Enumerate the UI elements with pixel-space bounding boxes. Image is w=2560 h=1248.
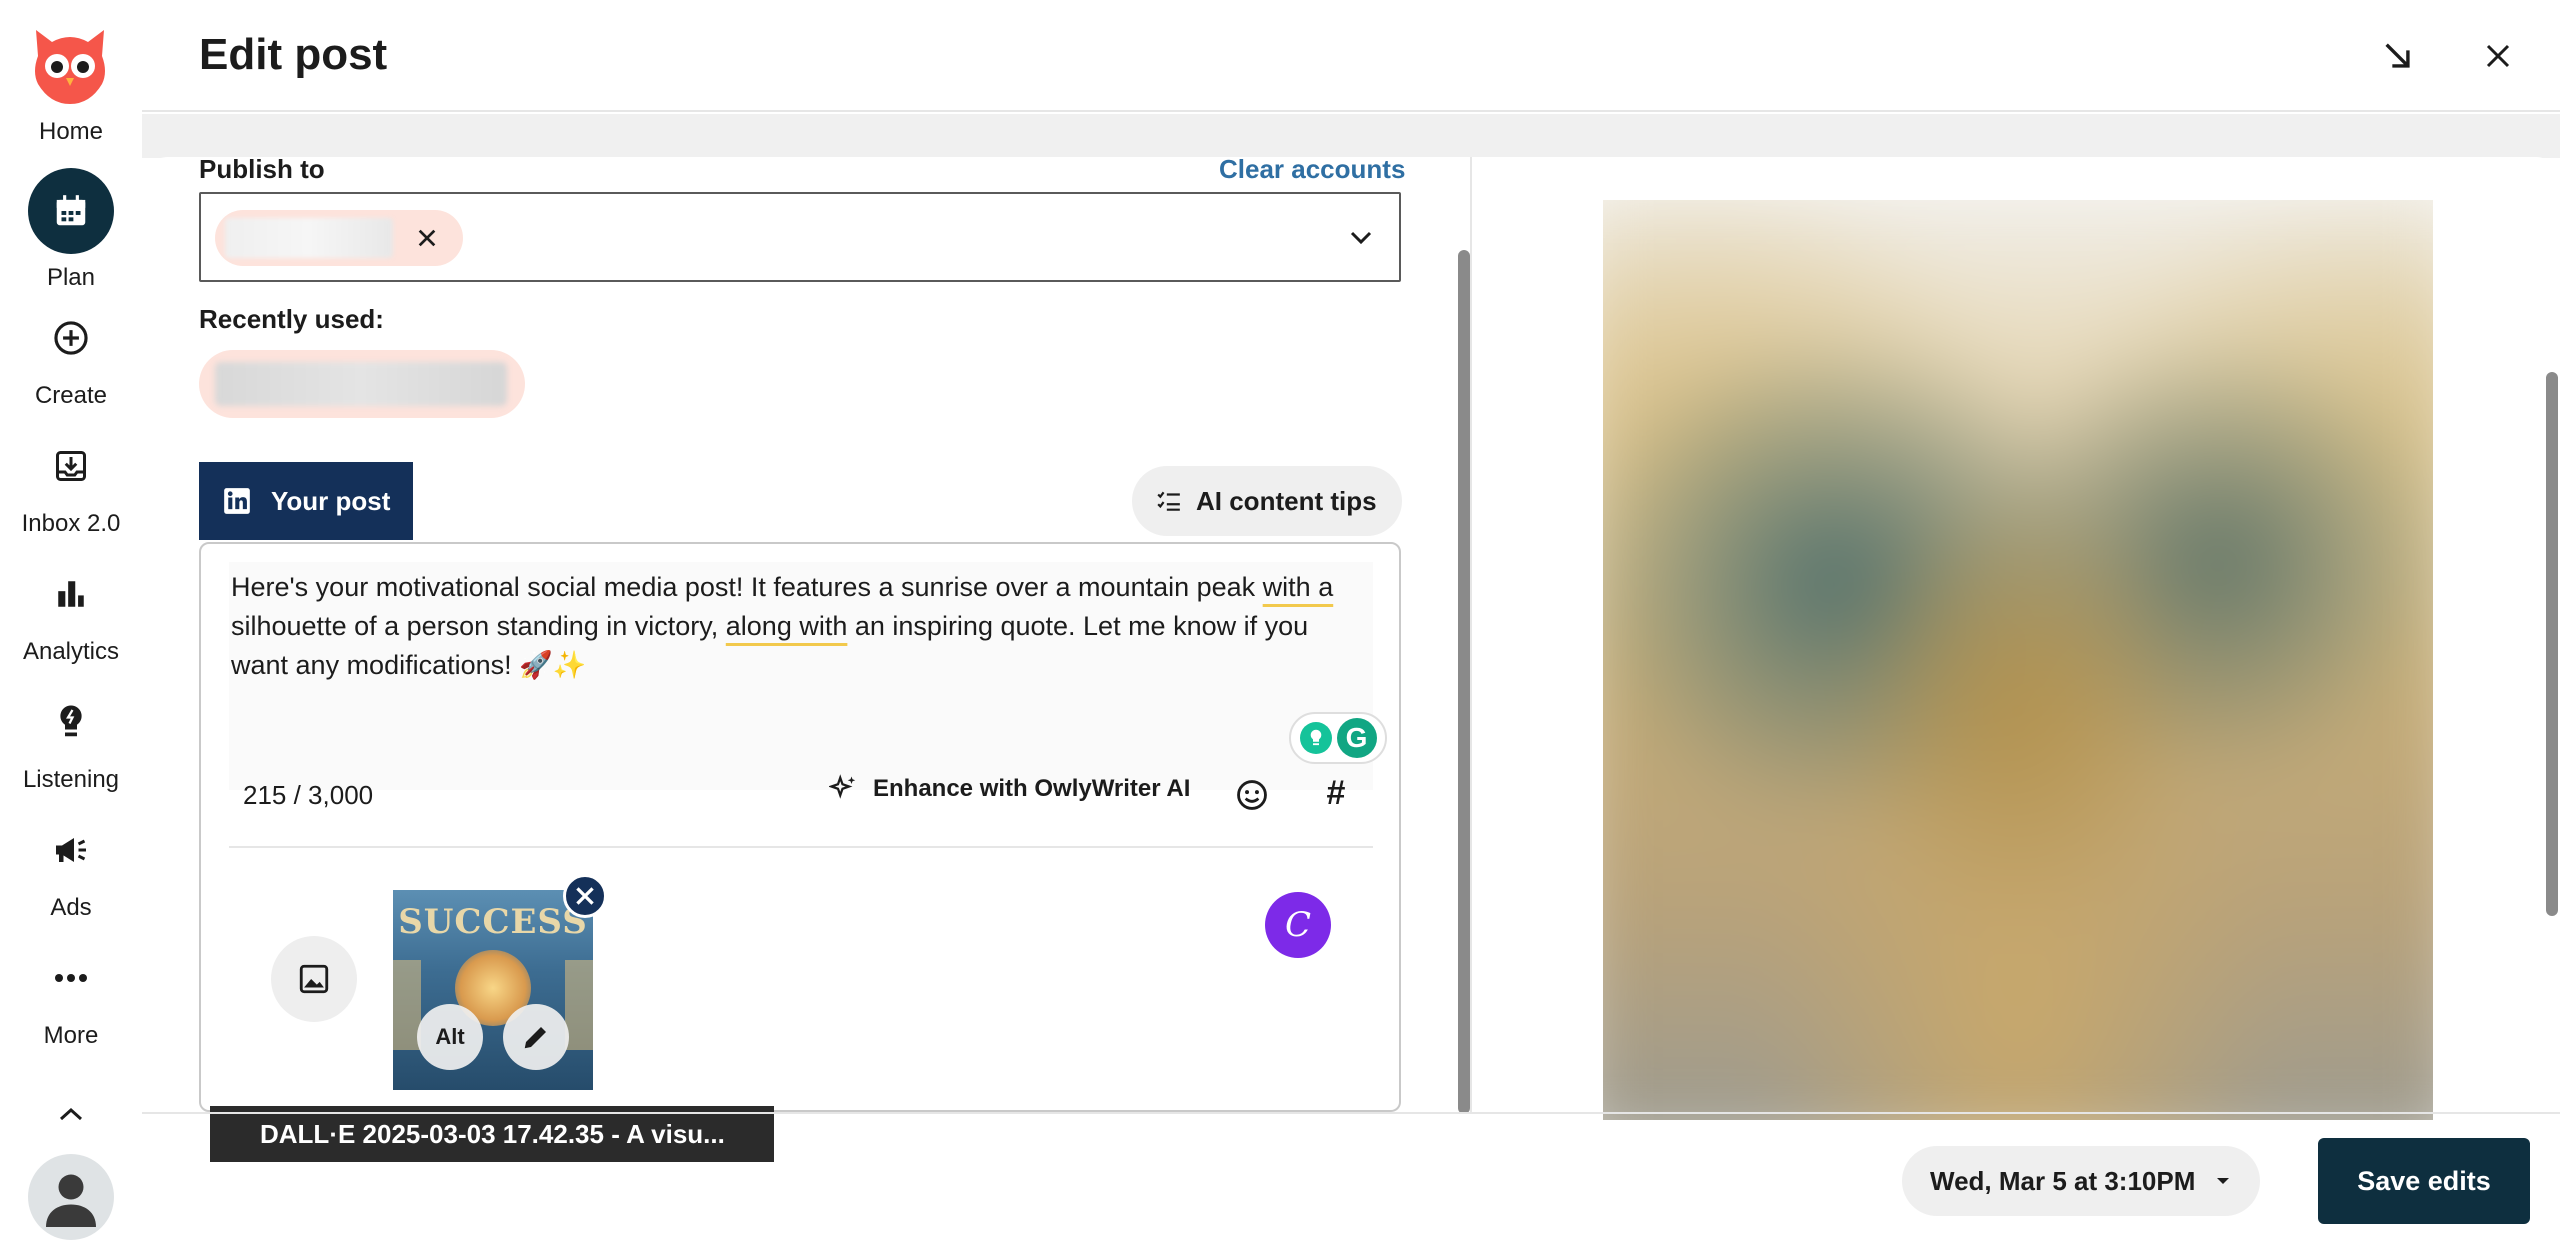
sparkle-icon	[829, 774, 856, 799]
ellipsis-icon	[51, 958, 91, 998]
chevron-down-icon	[1350, 231, 1372, 245]
grammarly-icon: G	[1336, 718, 1377, 758]
user-icon	[46, 1174, 96, 1227]
thumbnail-title-text: SUCCESS	[398, 902, 588, 942]
image-icon	[299, 964, 329, 994]
canva-button[interactable]: C	[1265, 892, 1331, 958]
add-media-button[interactable]	[271, 936, 357, 1022]
close-icon	[418, 229, 436, 247]
enhance-label: Enhance with OwlyWriter AI	[873, 775, 1191, 802]
hashtag-button[interactable]: #	[1317, 774, 1355, 812]
schedule-dropdown[interactable]: Wed, Mar 5 at 3:10PM	[1902, 1146, 2260, 1216]
arrow-down-right-icon	[2385, 43, 2410, 68]
sidebar-item-listening[interactable]: Listening	[0, 702, 142, 794]
clear-accounts-link[interactable]: Clear accounts	[1219, 154, 1405, 185]
page-title: Edit post	[199, 30, 388, 79]
preview-scrollbar[interactable]	[2546, 372, 2558, 916]
publish-dropdown-toggle[interactable]	[1345, 222, 1377, 254]
minimize-button[interactable]	[2374, 32, 2422, 80]
megaphone-icon	[51, 830, 91, 870]
bar-chart-icon	[51, 574, 91, 614]
media-filename-tooltip: DALL·E 2025-03-03 17.42.35 - A visu...	[210, 1106, 774, 1162]
recently-used-label: Recently used:	[199, 304, 384, 334]
blurred-preview	[1603, 200, 2433, 1120]
bulb-icon	[1299, 722, 1332, 754]
sidebar-item-create[interactable]: Create	[0, 318, 142, 410]
caret-down-icon	[2217, 1178, 2230, 1184]
collapse-sidebar-button[interactable]	[0, 1094, 142, 1134]
header-separator	[142, 114, 2560, 158]
lightbulb-icon	[51, 702, 91, 742]
post-text-area[interactable]: Here's your motivational social media po…	[229, 562, 1387, 790]
calendar-icon	[28, 168, 114, 254]
tab-label: Your post	[271, 485, 391, 516]
save-edits-button[interactable]: Save edits	[2318, 1138, 2530, 1224]
thumbnail-decoration	[565, 960, 593, 1050]
pencil-icon	[524, 1027, 546, 1049]
enhance-owlywriter-button[interactable]: Enhance with OwlyWriter AI	[829, 774, 1190, 804]
post-text: Here's your motivational social media po…	[231, 572, 1334, 680]
publish-to-select[interactable]	[199, 192, 1401, 282]
selected-account-chip	[215, 210, 463, 266]
sidebar-item-more[interactable]: More	[0, 958, 142, 1050]
chevron-up-icon	[51, 1094, 91, 1134]
sidebar-item-label: Home	[38, 118, 104, 145]
avatar[interactable]	[28, 1154, 114, 1240]
grammar-suggestion[interactable]: with a	[1263, 572, 1334, 602]
ai-tips-label: AI content tips	[1196, 485, 1377, 516]
account-name-redacted	[225, 218, 393, 258]
close-icon	[2486, 44, 2510, 68]
checklist-icon	[1157, 491, 1180, 511]
sidebar-item-label: Listening	[22, 766, 120, 793]
remove-media-button[interactable]	[563, 874, 607, 918]
sidebar-item-label: Analytics	[22, 638, 120, 665]
linkedin-icon	[224, 488, 250, 514]
sidebar-item-ads[interactable]: Ads	[0, 830, 142, 922]
close-button[interactable]	[2474, 32, 2522, 80]
editor-divider	[229, 846, 1373, 848]
sidebar-item-label: More	[43, 1022, 99, 1049]
emoji-icon	[1237, 780, 1267, 810]
alt-text-button[interactable]: Alt	[417, 1004, 483, 1070]
sidebar-item-label: Create	[34, 382, 108, 409]
recent-account-chip[interactable]	[199, 350, 525, 418]
emoji-button[interactable]	[1233, 776, 1271, 814]
plus-circle-icon	[51, 318, 91, 358]
character-count: 215 / 3,000	[243, 780, 374, 810]
post-preview-image	[1603, 200, 2433, 1120]
sidebar-item-inbox[interactable]: Inbox 2.0	[0, 446, 142, 538]
account-name-redacted	[215, 362, 507, 406]
publish-to-label: Publish to	[199, 154, 325, 184]
editor-scrollbar[interactable]	[1458, 250, 1470, 1114]
sidebar-item-analytics[interactable]: Analytics	[0, 574, 142, 666]
sidebar-item-plan[interactable]: Plan	[0, 168, 142, 292]
sidebar: Home Plan Create Inbox 2.0 Analytics Lis…	[0, 0, 142, 1248]
sidebar-item-home[interactable]: Home	[0, 118, 142, 146]
close-icon	[576, 887, 594, 905]
modal-header: Edit post	[142, 0, 2560, 112]
sidebar-item-label: Inbox 2.0	[21, 510, 121, 537]
grammar-suggestion[interactable]: along with	[726, 611, 848, 641]
remove-account-button[interactable]	[411, 222, 443, 254]
tab-your-post[interactable]: Your post	[199, 462, 413, 540]
sidebar-item-label: Ads	[50, 894, 92, 921]
ai-content-tips-button[interactable]: AI content tips	[1132, 466, 1402, 536]
panel-divider	[1470, 157, 1472, 1112]
inbox-icon	[51, 446, 91, 486]
edit-media-button[interactable]	[503, 1004, 569, 1070]
owl-logo-icon[interactable]	[26, 22, 114, 108]
post-editor: Here's your motivational social media po…	[199, 542, 1401, 1112]
footer-divider	[142, 1112, 2560, 1114]
sidebar-item-label: Plan	[46, 264, 96, 291]
media-thumbnail[interactable]: SUCCESS Alt	[393, 890, 593, 1090]
schedule-label: Wed, Mar 5 at 3:10PM	[1930, 1165, 2196, 1196]
grammarly-widget[interactable]: G	[1289, 712, 1387, 764]
